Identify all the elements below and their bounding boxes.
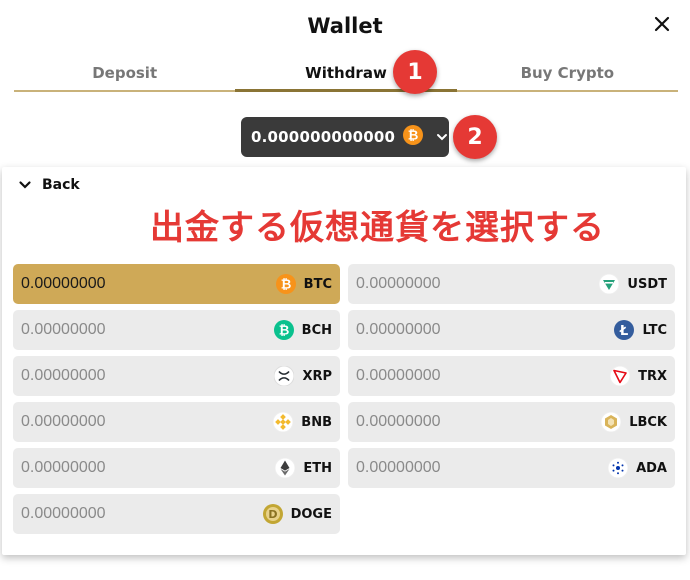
ltc-icon: Ł bbox=[614, 320, 635, 340]
currency-balance-select[interactable]: 0.000000000000 ₿ bbox=[241, 117, 449, 157]
coin-symbol: LBCK bbox=[629, 414, 667, 430]
coin-option-lbck[interactable]: 0.00000000 LBCK bbox=[348, 402, 675, 442]
eth-icon bbox=[275, 458, 296, 478]
coin-amount: 0.00000000 bbox=[356, 413, 441, 430]
coin-symbol: USDT bbox=[627, 276, 667, 292]
back-label: Back bbox=[42, 177, 80, 193]
chevron-down-icon bbox=[435, 130, 449, 144]
instruction-annotation: 出金する仮想通貨を選択する bbox=[150, 208, 605, 248]
coin-option-btc[interactable]: 0.00000000 ₿ BTC bbox=[13, 264, 340, 304]
coin-select-panel: Back 出金する仮想通貨を選択する 0.00000000 ₿ BTC 0.00000… bbox=[2, 167, 686, 555]
coin-symbol: BNB bbox=[301, 414, 332, 430]
bch-icon: ₿ bbox=[273, 320, 294, 340]
svg-text:Ł: Ł bbox=[619, 324, 628, 339]
coin-symbol: ADA bbox=[636, 460, 667, 476]
coin-amount: 0.00000000 bbox=[21, 275, 106, 292]
close-button[interactable] bbox=[650, 12, 674, 36]
coin-amount: 0.00000000 bbox=[356, 321, 441, 338]
coin-symbol: DOGE bbox=[290, 506, 332, 522]
page-title: Wallet bbox=[307, 14, 383, 38]
step-2-callout: 2 bbox=[453, 115, 497, 159]
coin-symbol: LTC bbox=[642, 322, 667, 338]
coin-option-ltc[interactable]: 0.00000000 Ł LTC bbox=[348, 310, 675, 350]
step-1-callout: 1 bbox=[393, 50, 437, 94]
doge-icon: D bbox=[262, 504, 283, 524]
coin-amount: 0.00000000 bbox=[356, 275, 441, 292]
balance-value: 0.000000000000 bbox=[251, 128, 396, 146]
xrp-icon bbox=[274, 366, 295, 386]
trx-icon bbox=[610, 366, 631, 386]
usdt-icon bbox=[599, 274, 620, 294]
coin-option-trx[interactable]: 0.00000000 TRX bbox=[348, 356, 675, 396]
coin-amount: 0.00000000 bbox=[21, 413, 106, 430]
chevron-down-icon bbox=[19, 181, 31, 189]
coin-symbol: ETH bbox=[303, 460, 332, 476]
close-icon bbox=[654, 16, 670, 32]
coin-option-eth[interactable]: 0.00000000 ETH bbox=[13, 448, 340, 488]
coin-amount: 0.00000000 bbox=[356, 459, 441, 476]
lbck-icon bbox=[601, 412, 622, 432]
svg-text:₿: ₿ bbox=[278, 324, 289, 339]
coin-symbol: BCH bbox=[301, 322, 332, 338]
coin-amount: 0.00000000 bbox=[21, 321, 106, 338]
coin-symbol: TRX bbox=[638, 368, 667, 384]
coin-symbol: BTC bbox=[303, 276, 332, 292]
tab-deposit[interactable]: Deposit bbox=[14, 56, 235, 90]
svg-text:₿: ₿ bbox=[280, 278, 291, 293]
wallet-tabs: Deposit Withdraw Buy Crypto bbox=[14, 56, 678, 92]
coin-option-bnb[interactable]: 0.00000000 BNB bbox=[13, 402, 340, 442]
bnb-icon bbox=[273, 412, 294, 432]
coin-amount: 0.00000000 bbox=[21, 367, 106, 384]
coin-option-doge[interactable]: 0.00000000 D DOGE bbox=[13, 494, 340, 534]
ada-icon bbox=[608, 458, 629, 478]
coin-symbol: XRP bbox=[302, 368, 332, 384]
tab-buy-crypto[interactable]: Buy Crypto bbox=[457, 56, 678, 90]
coin-option-bch[interactable]: 0.00000000 ₿ BCH bbox=[13, 310, 340, 350]
back-button[interactable]: Back bbox=[18, 177, 80, 193]
coin-option-xrp[interactable]: 0.00000000 XRP bbox=[13, 356, 340, 396]
btc-icon: ₿ bbox=[275, 274, 296, 294]
btc-icon: ₿ bbox=[403, 124, 424, 150]
svg-text:D: D bbox=[268, 508, 277, 521]
coin-option-ada[interactable]: 0.00000000 ADA bbox=[348, 448, 675, 488]
coin-option-usdt[interactable]: 0.00000000 USDT bbox=[348, 264, 675, 304]
coin-amount: 0.00000000 bbox=[356, 367, 441, 384]
svg-text:₿: ₿ bbox=[408, 128, 419, 143]
coin-amount: 0.00000000 bbox=[21, 505, 106, 522]
coin-amount: 0.00000000 bbox=[21, 459, 106, 476]
